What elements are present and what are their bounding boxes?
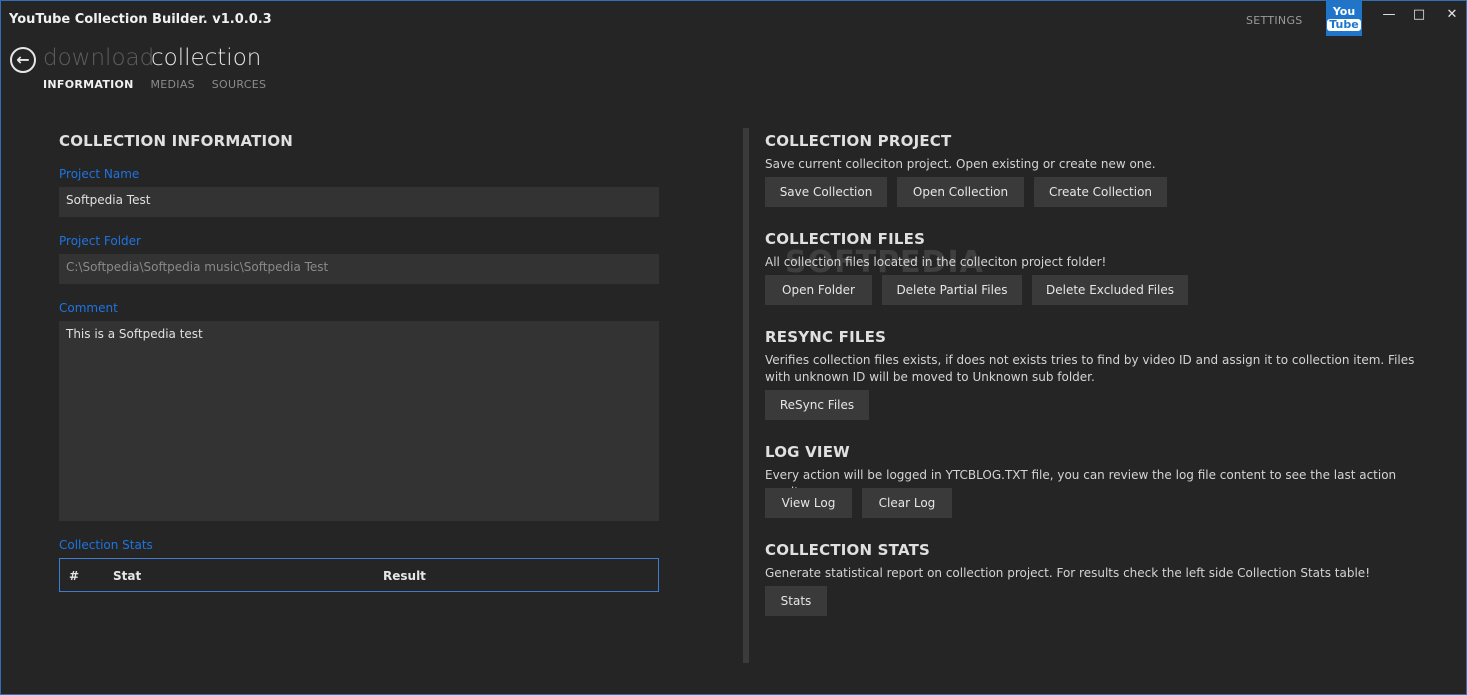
clear-log-button[interactable]: Clear Log bbox=[862, 488, 952, 518]
comment-textarea[interactable]: This is a Softpedia test bbox=[59, 321, 659, 521]
logo-bottom-text: Tube bbox=[1327, 18, 1361, 31]
stats-column-stat: Stat bbox=[113, 569, 142, 583]
project-folder-field[interactable]: C:\Softpedia\Softpedia music\Softpedia T… bbox=[59, 254, 659, 284]
log-view-heading: LOG VIEW bbox=[765, 443, 850, 461]
collection-stats-label: Collection Stats bbox=[59, 538, 153, 552]
resync-files-button[interactable]: ReSync Files bbox=[765, 390, 869, 420]
collection-stats-table[interactable]: # Stat Result bbox=[59, 558, 659, 592]
tab-information[interactable]: INFORMATION bbox=[43, 78, 134, 91]
panel-splitter[interactable] bbox=[743, 128, 749, 663]
delete-excluded-files-button[interactable]: Delete Excluded Files bbox=[1032, 275, 1188, 305]
comment-label: Comment bbox=[59, 301, 118, 315]
minimize-icon[interactable]: — bbox=[1379, 6, 1399, 24]
collection-project-desc: Save current colleciton project. Open ex… bbox=[765, 157, 1156, 171]
project-name-field[interactable]: Softpedia Test bbox=[59, 187, 659, 217]
open-collection-button[interactable]: Open Collection bbox=[897, 177, 1024, 207]
youtube-logo-icon: You Tube bbox=[1326, 1, 1362, 36]
collection-files-desc: All collection files located in the coll… bbox=[765, 255, 1107, 269]
maximize-icon[interactable]: □ bbox=[1409, 6, 1429, 24]
collection-information-heading: COLLECTION INFORMATION bbox=[59, 132, 294, 150]
save-collection-button[interactable]: Save Collection bbox=[765, 177, 887, 207]
stats-column-result: Result bbox=[383, 569, 426, 583]
title-bar: YouTube Collection Builder. v1.0.0.3 SET… bbox=[0, 0, 1467, 38]
view-log-button[interactable]: View Log bbox=[765, 488, 852, 518]
back-arrow-icon[interactable]: ← bbox=[10, 47, 36, 73]
collection-project-heading: COLLECTION PROJECT bbox=[765, 132, 952, 150]
project-name-label: Project Name bbox=[59, 167, 140, 181]
tab-sources[interactable]: SOURCES bbox=[212, 78, 267, 91]
tab-medias[interactable]: MEDIAS bbox=[151, 78, 195, 91]
open-folder-button[interactable]: Open Folder bbox=[765, 275, 872, 305]
logo-top-text: You bbox=[1332, 5, 1356, 18]
collection-stats-heading: COLLECTION STATS bbox=[765, 541, 931, 559]
stats-button[interactable]: Stats bbox=[765, 586, 827, 616]
breadcrumb-collection: collection bbox=[151, 45, 262, 71]
resync-files-heading: RESYNC FILES bbox=[765, 328, 887, 346]
tab-bar: INFORMATION MEDIAS SOURCES bbox=[43, 78, 279, 91]
create-collection-button[interactable]: Create Collection bbox=[1034, 177, 1167, 207]
close-icon[interactable]: ✕ bbox=[1442, 6, 1462, 24]
collection-stats-desc: Generate statistical report on collectio… bbox=[765, 566, 1370, 580]
collection-files-heading: COLLECTION FILES bbox=[765, 230, 926, 248]
settings-link[interactable]: SETTINGS bbox=[1246, 14, 1303, 27]
delete-partial-files-button[interactable]: Delete Partial Files bbox=[882, 275, 1022, 305]
stats-column-number: # bbox=[69, 569, 80, 583]
breadcrumb-download[interactable]: download bbox=[43, 45, 154, 71]
app-title: YouTube Collection Builder. v1.0.0.3 bbox=[9, 12, 272, 27]
project-folder-label: Project Folder bbox=[59, 234, 141, 248]
resync-files-desc: Verifies collection files exists, if doe… bbox=[765, 353, 1415, 384]
